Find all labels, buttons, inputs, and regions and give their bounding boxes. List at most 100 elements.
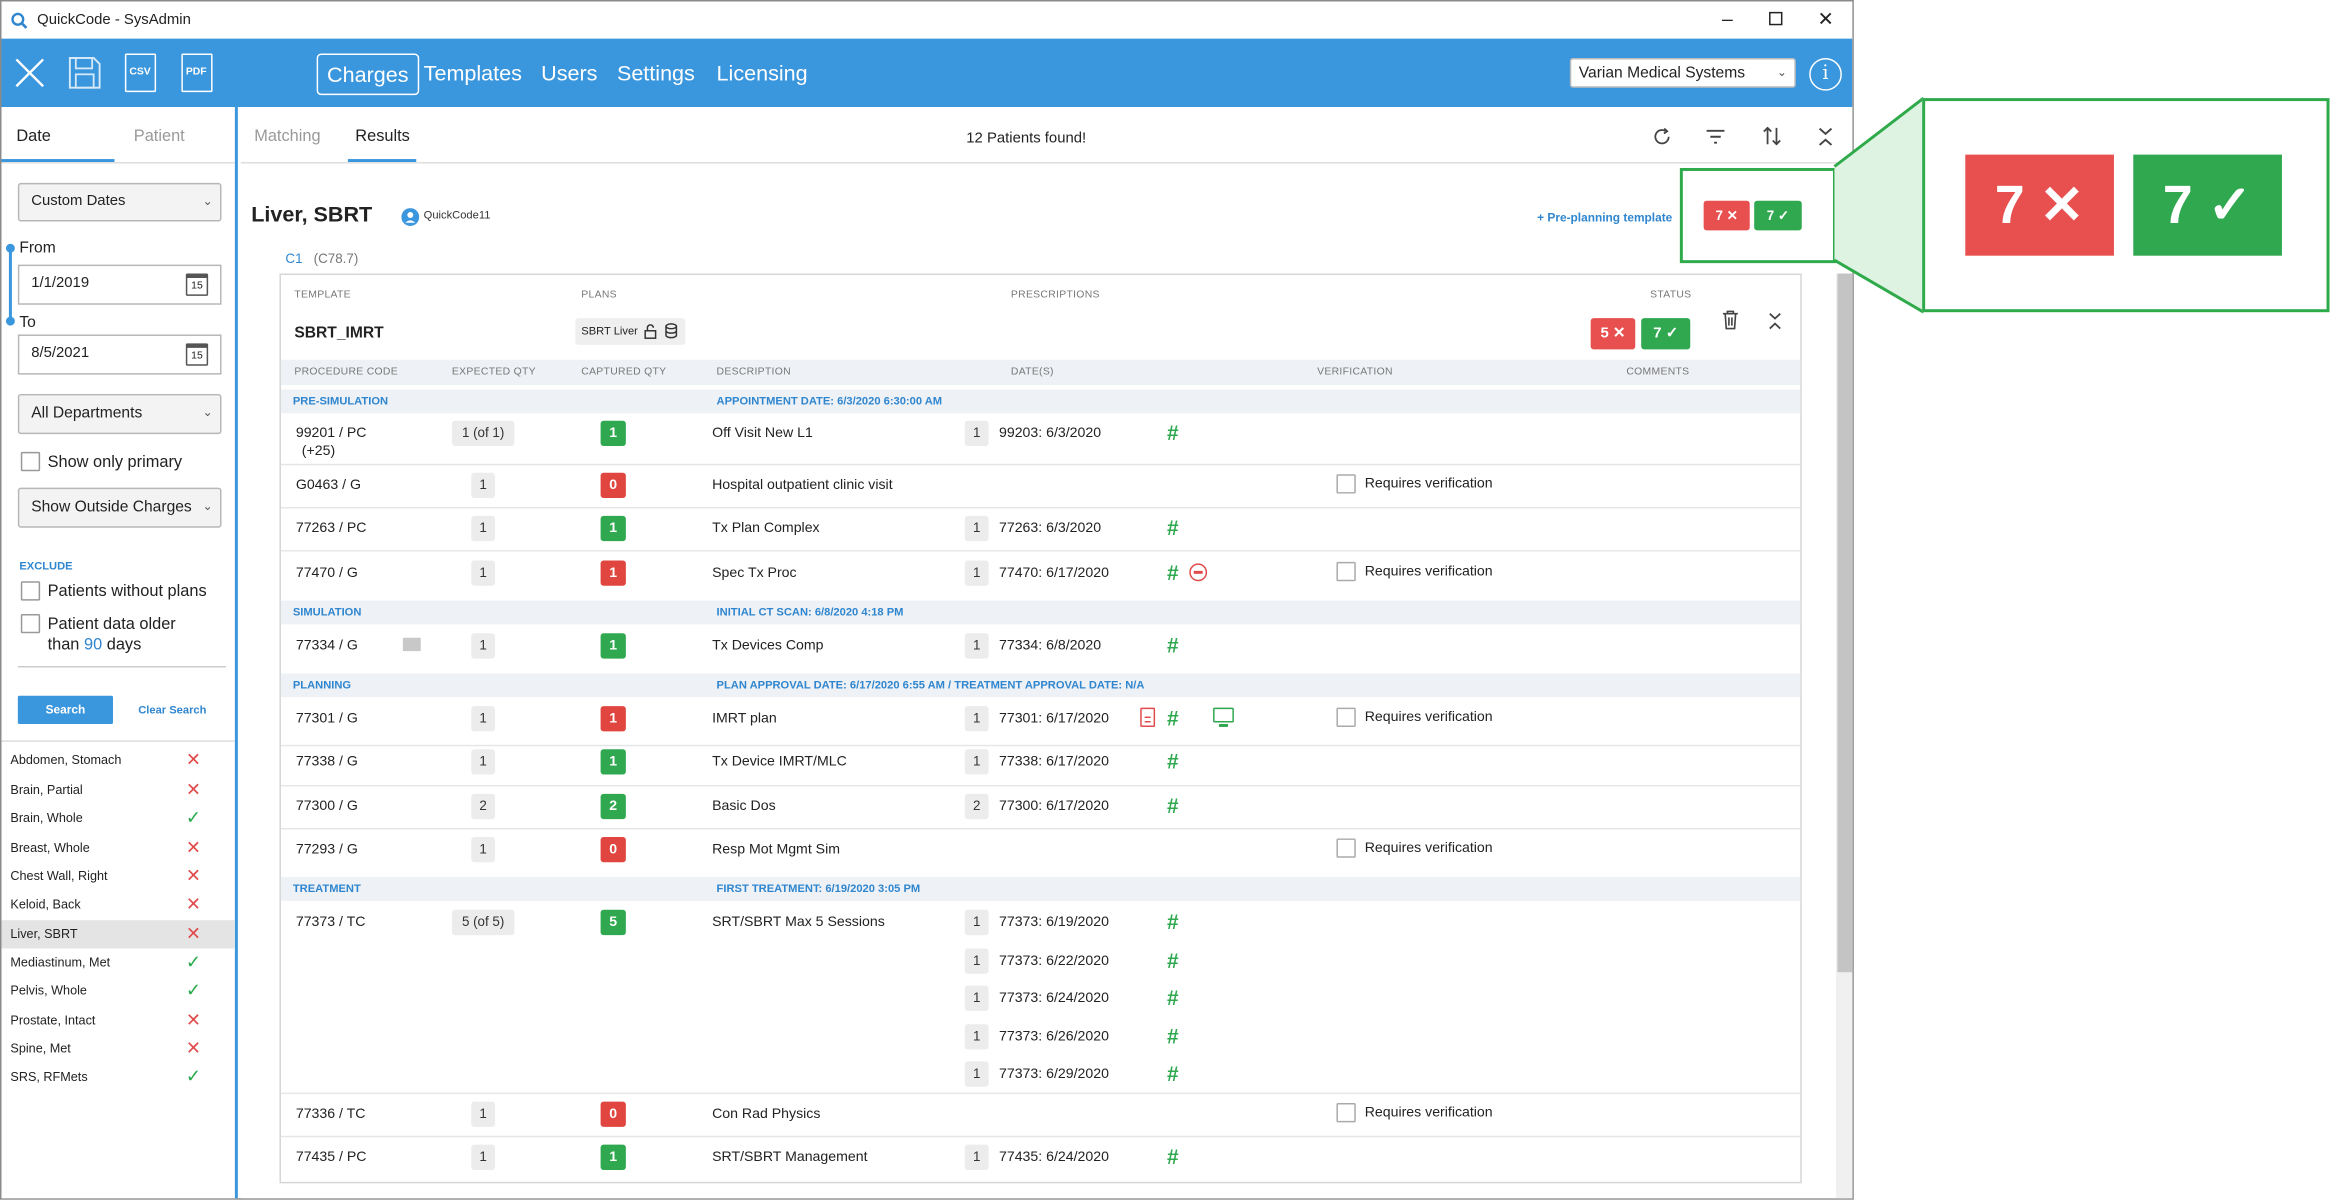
patient-list-item[interactable]: Prostate, Intact ✕: [1, 1006, 234, 1034]
captured-qty: 1: [600, 706, 626, 732]
older-than-label: than: [47, 636, 80, 655]
template-name: SBRT_IMRT: [294, 324, 384, 342]
date-qty: 1: [964, 1023, 989, 1049]
from-date-input[interactable]: 1/1/2019 15: [17, 264, 222, 305]
section-info: APPOINTMENT DATE: 6/3/2020 6:30:00 AM: [716, 393, 943, 408]
outside-charges-value: Show Outside Charges: [31, 498, 192, 516]
expected-qty: 1: [471, 706, 496, 732]
search-button[interactable]: Search: [17, 695, 113, 724]
date-qty: 1: [964, 985, 989, 1011]
x-icon: ✕: [185, 1037, 201, 1059]
date-range-select[interactable]: Custom Dates ⌄: [17, 182, 222, 222]
maximize-icon[interactable]: [1763, 7, 1787, 31]
save-icon[interactable]: [67, 55, 103, 91]
patient-list-item[interactable]: Chest Wall, Right ✕: [1, 862, 234, 890]
info-button[interactable]: i: [1809, 57, 1842, 91]
charge-date: 77301: 6/17/2020: [998, 710, 1109, 727]
date-qty: 1: [964, 1144, 989, 1170]
nav-licensing[interactable]: Licensing: [708, 54, 817, 96]
procedure-modifier: (+25): [301, 443, 336, 460]
nav-settings[interactable]: Settings: [608, 54, 704, 96]
hash-icon: #: [1166, 1023, 1179, 1048]
hash-icon: #: [1166, 985, 1179, 1010]
collapse-icon[interactable]: [1768, 312, 1783, 330]
col-dates: DATE(S): [1010, 367, 1054, 378]
nav-templates[interactable]: Templates: [415, 54, 531, 96]
patient-list-item[interactable]: SRS, RFMets ✓: [1, 1063, 234, 1091]
col-description: DESCRIPTION: [716, 367, 791, 378]
patient-list-name: Breast, Whole: [10, 839, 90, 855]
close-window-icon[interactable]: ✕: [1814, 7, 1838, 31]
department-select[interactable]: All Departments ⌄: [17, 393, 222, 435]
date-qty: 1: [964, 749, 989, 775]
patient-list-item[interactable]: Brain, Whole ✓: [1, 804, 234, 832]
pdf-label: PDF: [185, 66, 207, 78]
patient-list-item[interactable]: Brain, Partial ✕: [1, 776, 234, 804]
no-entry-icon: [1189, 563, 1208, 582]
requires-verification-checkbox[interactable]: [1336, 1103, 1356, 1123]
trash-icon[interactable]: [1721, 309, 1739, 330]
close-x-icon[interactable]: [13, 56, 46, 89]
date-qty: 1: [964, 947, 989, 973]
to-date-input[interactable]: 8/5/2021 15: [17, 334, 222, 375]
charge-description: Off Visit New L1: [712, 425, 813, 442]
calendar-icon[interactable]: 15: [185, 273, 209, 296]
tab-results[interactable]: Results: [355, 128, 410, 146]
vendor-select[interactable]: Varian Medical Systems ⌄: [1569, 57, 1796, 88]
document-lines: [1144, 716, 1151, 719]
monitor-icon[interactable]: [1213, 707, 1234, 727]
date-qty: 1: [964, 420, 989, 446]
exclude-label: EXCLUDE: [19, 558, 73, 573]
no-entry-bar: [1193, 570, 1203, 574]
captured-qty: 1: [600, 560, 626, 586]
tab-matching[interactable]: Matching: [254, 128, 320, 146]
charge-description: Tx Device IMRT/MLC: [712, 753, 847, 771]
sort-icon[interactable]: [1762, 125, 1783, 147]
patient-list-item[interactable]: Breast, Whole ✕: [1, 834, 234, 862]
patient-list-item[interactable]: Keloid, Back ✕: [1, 890, 234, 918]
hash-icon: #: [1166, 1144, 1179, 1169]
pdf-document-icon[interactable]: [1140, 707, 1156, 727]
requires-verification-label: Requires verification: [1364, 839, 1493, 857]
nav-charges[interactable]: Charges: [316, 53, 419, 96]
captured-qty: 1: [600, 633, 626, 659]
title-bar: QuickCode - SysAdmin – ✕: [1, 1, 1853, 39]
section-bar: SIMULATION INITIAL CT SCAN: 6/8/2020 4:18…: [280, 600, 1801, 625]
calendar-icon[interactable]: 15: [185, 343, 209, 366]
patient-list-item[interactable]: Pelvis, Whole ✓: [1, 977, 234, 1005]
patient-list-item[interactable]: Abdomen, Stomach ✕: [1, 746, 234, 774]
requires-verification-checkbox[interactable]: [1336, 561, 1356, 582]
clear-search-link[interactable]: Clear Search: [138, 703, 206, 716]
patient-list-item[interactable]: Mediastinum, Met ✓: [1, 948, 234, 976]
nav-users[interactable]: Users: [532, 54, 606, 96]
toolbar: CSV PDF Charges Templates Users Settings…: [1, 38, 1853, 108]
minimize-icon[interactable]: –: [1716, 7, 1740, 31]
preplanning-template-link[interactable]: + Pre-planning template: [1537, 211, 1672, 224]
tab-patient[interactable]: Patient: [134, 128, 185, 146]
show-only-primary-checkbox[interactable]: [20, 451, 41, 472]
table-row: [280, 1135, 1801, 1138]
captured-qty: 0: [600, 836, 626, 863]
filter-icon[interactable]: [1705, 128, 1726, 146]
patient-list-name: SRS, RFMets: [10, 1068, 88, 1084]
pdf-export-icon[interactable]: PDF: [181, 53, 213, 93]
hash-icon: #: [1166, 706, 1179, 730]
patient-list-item[interactable]: Spine, Met ✕: [1, 1035, 234, 1063]
csv-export-icon[interactable]: CSV: [124, 53, 157, 93]
comment-icon[interactable]: [402, 637, 421, 652]
patient-list-item[interactable]: Liver, SBRT ✕: [1, 920, 235, 949]
requires-verification-checkbox[interactable]: [1336, 707, 1356, 727]
requires-verification-checkbox[interactable]: [1336, 838, 1356, 858]
refresh-icon[interactable]: [1652, 126, 1673, 147]
requires-verification-checkbox[interactable]: [1336, 474, 1356, 494]
x-icon: ✕: [185, 923, 201, 944]
table-row: [280, 828, 1801, 830]
tab-date[interactable]: Date: [16, 128, 51, 146]
patients-without-plans-checkbox[interactable]: [20, 581, 41, 601]
scrollbar-thumb[interactable]: [1837, 273, 1853, 973]
divider: [240, 162, 1853, 164]
outside-charges-select[interactable]: Show Outside Charges ⌄: [17, 487, 222, 528]
section-bar: PRE-SIMULATION APPOINTMENT DATE: 6/3/2020…: [280, 389, 1801, 414]
older-days-input[interactable]: 90: [84, 636, 102, 654]
patient-data-older-checkbox[interactable]: [20, 613, 41, 634]
